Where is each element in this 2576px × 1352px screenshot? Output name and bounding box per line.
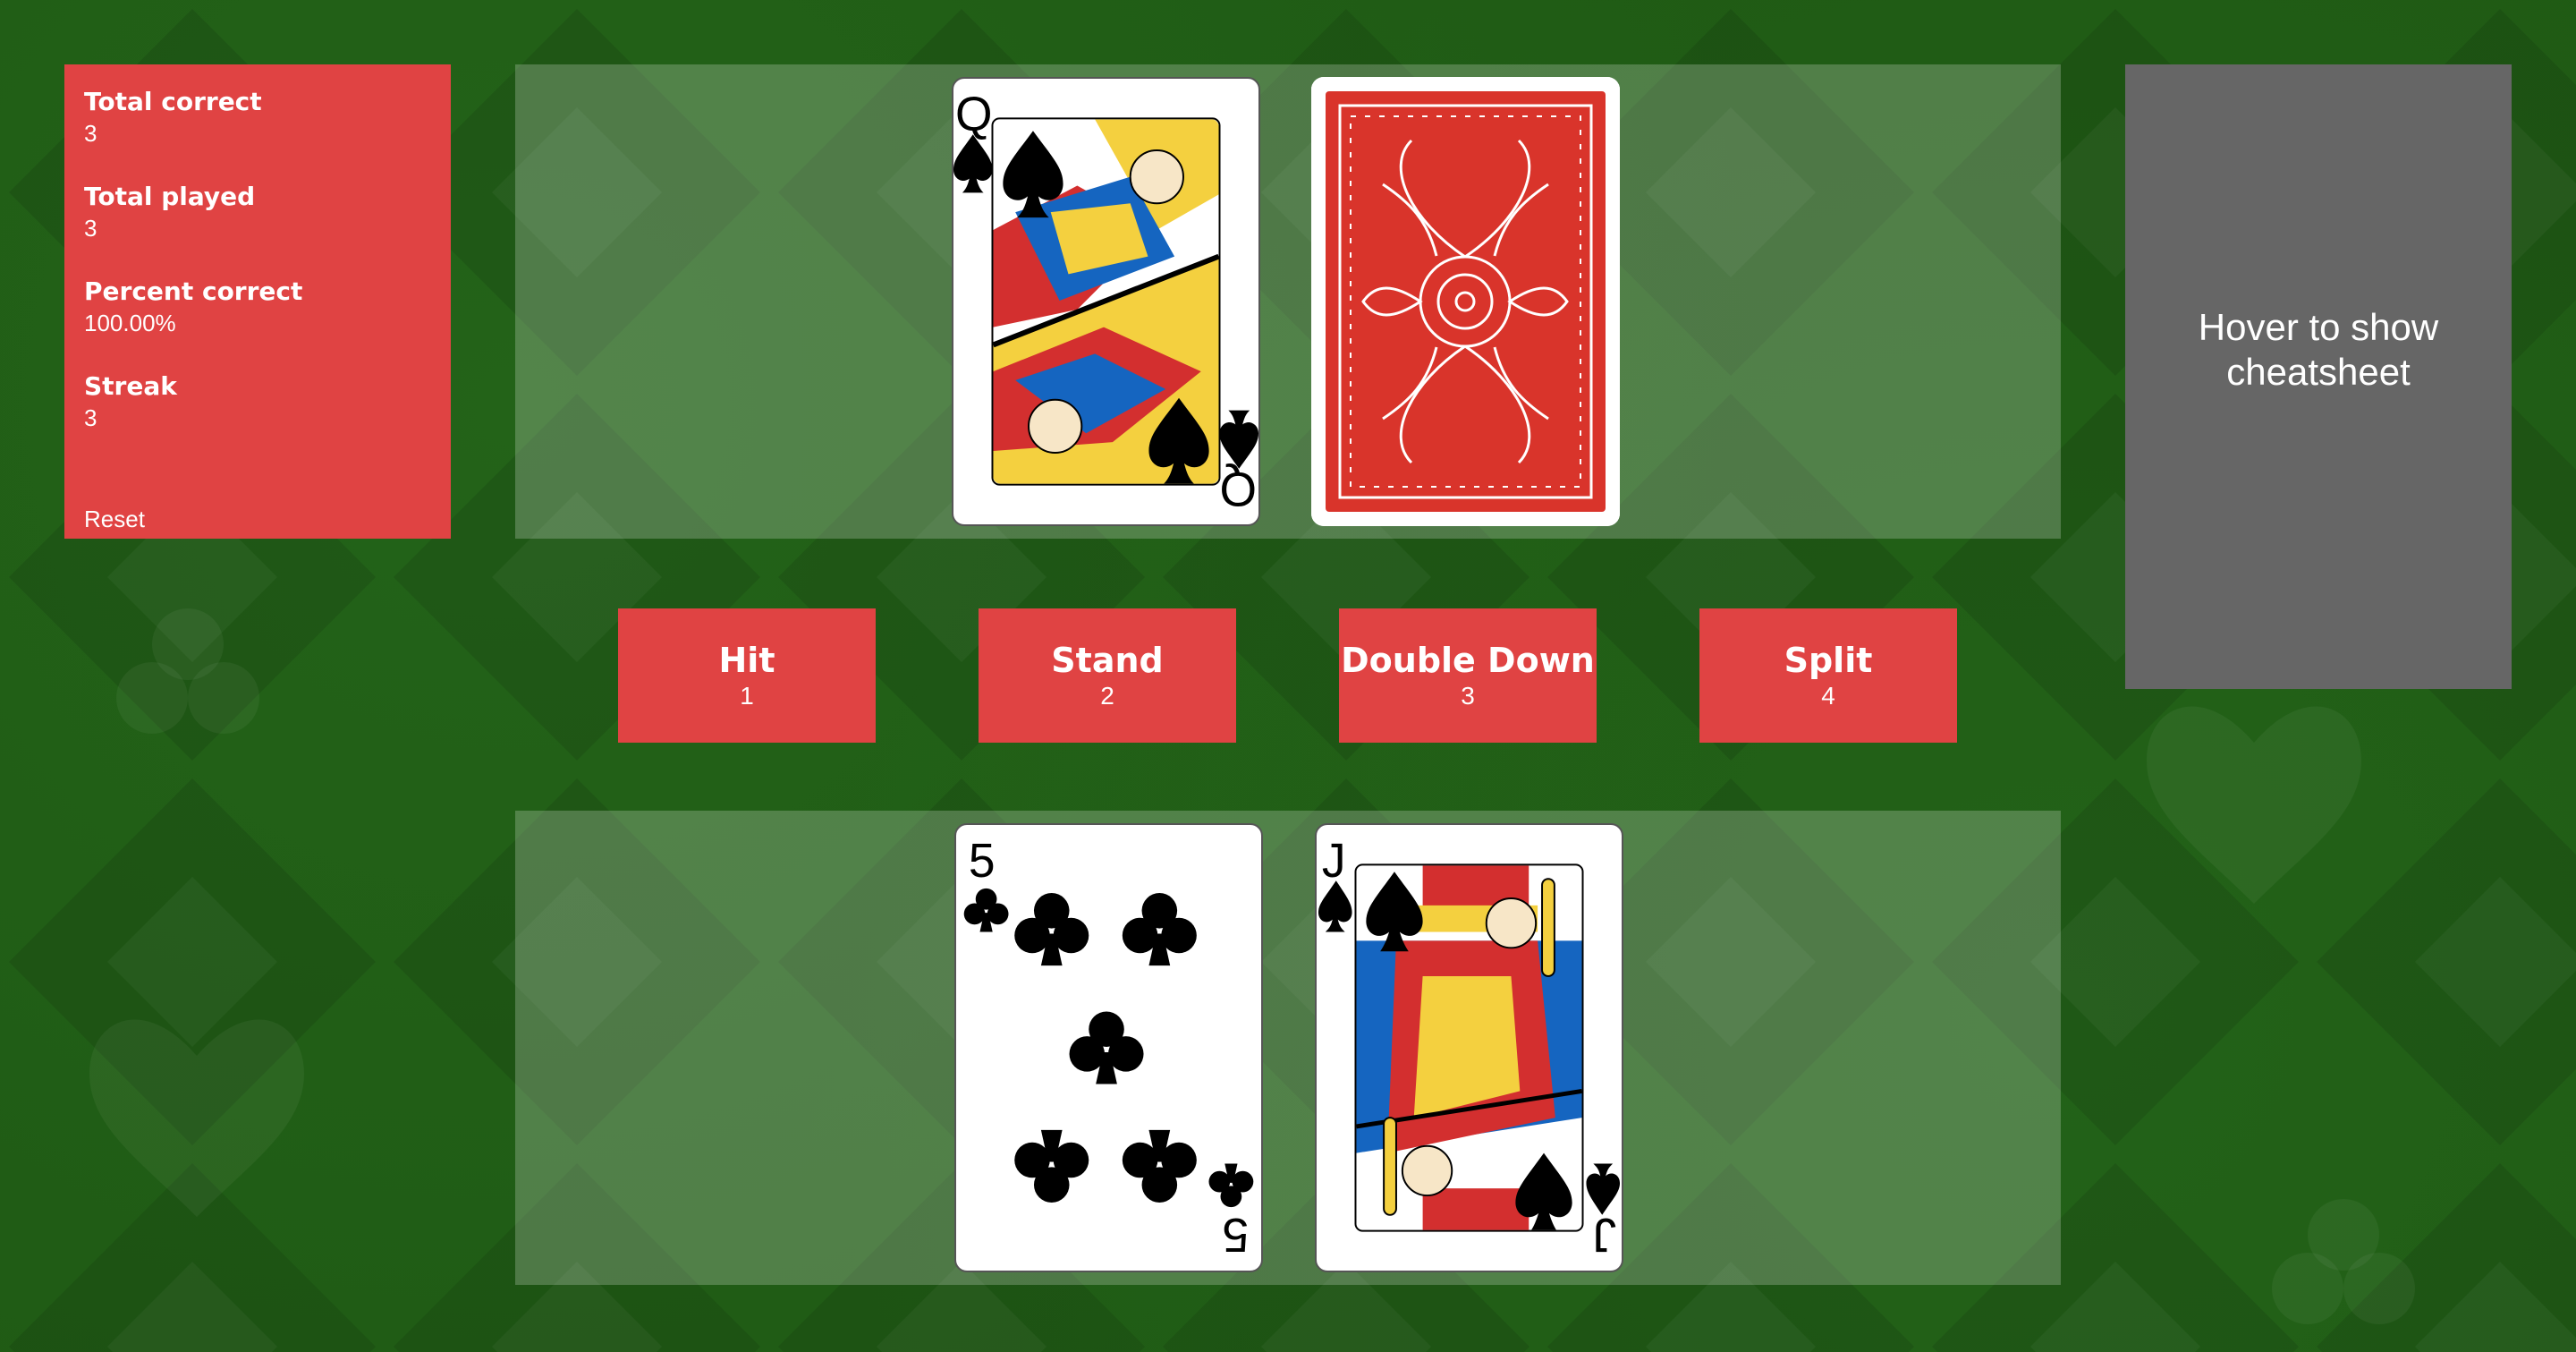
card-rank-corner: Q (1220, 462, 1258, 514)
jack-face-art: J J (1318, 835, 1621, 1261)
stat-value: 3 (84, 120, 97, 147)
five-of-clubs-art: 5 5 (963, 835, 1254, 1261)
stat-percent-correct: Percent correct 100.00% (84, 276, 431, 338)
queen-face-art: Q Q (953, 89, 1258, 514)
player-hand-area: 5 5 J J (515, 811, 2061, 1285)
stat-streak: Streak 3 (84, 370, 431, 433)
split-button[interactable]: Split 4 (1699, 608, 1957, 743)
stat-label: Total played (84, 182, 256, 211)
cheatsheet-panel[interactable]: Hover to show cheatsheet (2125, 64, 2512, 689)
button-shortcut-key: 2 (1100, 682, 1114, 710)
card-rank-corner: 5 (969, 835, 996, 888)
button-label: Stand (1051, 641, 1164, 680)
stat-label: Streak (84, 371, 177, 401)
reset-button[interactable]: Reset (84, 506, 145, 533)
button-label: Split (1784, 641, 1873, 680)
card-rank-corner: 5 (1222, 1208, 1249, 1261)
button-shortcut-key: 3 (1461, 682, 1475, 710)
button-shortcut-key: 1 (740, 682, 754, 710)
card-face-down (1311, 77, 1620, 526)
stand-button[interactable]: Stand 2 (979, 608, 1236, 743)
hit-button[interactable]: Hit 1 (618, 608, 876, 743)
card-rank-corner: Q (955, 89, 993, 141)
card-rank-corner: J (1322, 835, 1346, 888)
dealer-hand-area: Q Q (515, 64, 2061, 539)
stats-panel: Total correct 3 Total played 3 Percent c… (64, 64, 451, 539)
stat-value: 100.00% (84, 310, 176, 336)
double-down-button[interactable]: Double Down 3 (1339, 608, 1597, 743)
stat-label: Total correct (84, 87, 262, 116)
card-jack-of-spades: J J (1315, 823, 1623, 1272)
stat-total-correct: Total correct 3 (84, 86, 431, 149)
stat-total-played: Total played 3 (84, 181, 431, 243)
card-queen-of-spades: Q Q (952, 77, 1260, 526)
card-back-pattern (1311, 77, 1620, 526)
cheatsheet-label: Hover to show cheatsheet (2198, 306, 2439, 393)
button-label: Double Down (1341, 641, 1595, 680)
stat-value: 3 (84, 404, 97, 431)
button-label: Hit (718, 641, 775, 680)
card-rank-corner: J (1592, 1208, 1616, 1261)
stat-value: 3 (84, 215, 97, 242)
stat-label: Percent correct (84, 276, 303, 306)
button-shortcut-key: 4 (1821, 682, 1835, 710)
card-five-of-clubs: 5 5 (954, 823, 1263, 1272)
